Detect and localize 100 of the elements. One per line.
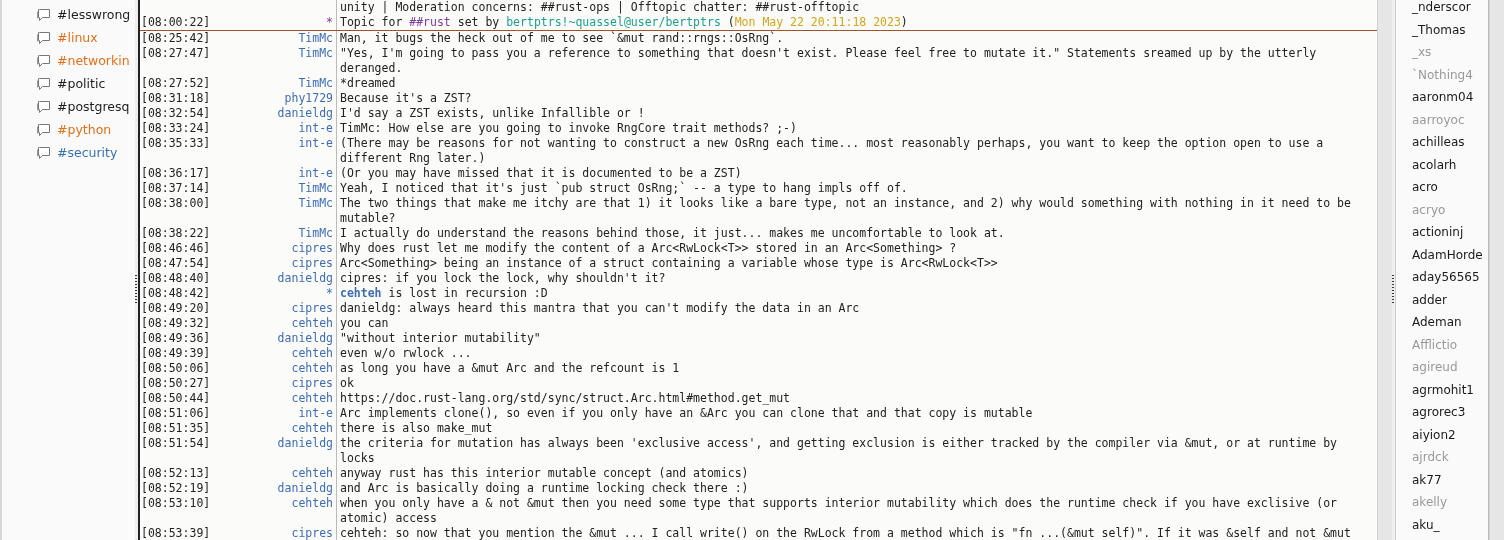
timestamp: [08:52:13] [141, 466, 211, 481]
chat-bubble-icon [36, 7, 52, 22]
message-text: "Yes, I'm going to pass you a reference to something that doesn't exist. Please feel free to mutate it." Statements sreamed up by the utterly deranged. [339, 46, 1318, 76]
timestamp: [08:36:17] [141, 166, 211, 181]
sender-nick: cehteh [291, 496, 333, 512]
timestamp: [08:38:00] [141, 196, 211, 212]
timestamp: [08:32:54] [141, 106, 211, 121]
message-text: anyway rust has this interior mutable concept (and atomics) [339, 466, 750, 481]
chat-bubble-icon [36, 53, 52, 68]
sender-nick: TimMc [298, 31, 333, 46]
channel-item[interactable]: #postgresq [57, 99, 130, 114]
message-text: ok [339, 376, 355, 391]
sender-nick: TimMc [298, 226, 333, 241]
sender-nick: danieldg [277, 436, 333, 452]
message-text: Why does rust let me modify the content of a Arc<RwLock<T>> stored in an Arc<Something> ? [339, 241, 958, 256]
channel-item[interactable]: #security [57, 145, 118, 160]
message-text: Man, it bugs the heck out of me to see `&mut rand::rngs::OsRng`. [339, 31, 785, 46]
sender-nick: cehteh [291, 361, 333, 376]
sender-nick: cipres [291, 241, 333, 256]
message-text: cipres: if you lock the lock, why shouldn't it? [339, 271, 667, 286]
nick-item[interactable]: adder [1412, 288, 1488, 311]
nick-item[interactable]: _nderscor [1412, 0, 1488, 19]
message-text: I'd say a ZST exists, unlike Infallible or ! [339, 106, 646, 121]
timestamp: [08:38:22] [141, 226, 211, 241]
timestamp: [08:47:54] [141, 256, 211, 271]
message-text: Because it's a ZST? [339, 91, 473, 106]
timestamp: [08:46:46] [141, 241, 211, 256]
sender-nick: cehteh [291, 346, 333, 361]
nick-item[interactable]: aku_ [1412, 513, 1488, 536]
message-text: and Arc is basically doing a runtime locking check there :) [339, 481, 750, 496]
timestamp: [08:51:06] [141, 406, 211, 421]
message-text: even w/o rwlock ... [339, 346, 473, 361]
timestamp: [08:50:06] [141, 361, 211, 376]
sender-nick: cipres [291, 256, 333, 271]
message-text: (There may be reasons for not wanting to construct a new OsRng each time... most reasonably perhaps, you want to keep the option open to use a different Rng later.) [339, 136, 1325, 166]
chat-bubble-icon [36, 99, 52, 114]
nick-item[interactable]: Ademan [1412, 311, 1488, 334]
timestamp: [08:27:52] [141, 76, 211, 91]
scrollbar[interactable] [1489, 0, 1504, 540]
timestamp: [08:00:22] [141, 15, 211, 30]
nick-item[interactable]: agrorec3 [1412, 401, 1488, 424]
splitter-handle[interactable] [135, 275, 137, 305]
sender-nick: cipres [291, 301, 333, 316]
message-text: cehteh is lost in recursion :D [339, 286, 549, 301]
sender-nick: TimMc [298, 181, 333, 196]
message-text: https://doc.rust-lang.org/std/sync/struct.Arc.html#method.get_mut [339, 391, 792, 406]
sender-nick: cipres [291, 376, 333, 391]
timestamp: [08:51:35] [141, 421, 211, 436]
timestamp: [08:51:54] [141, 436, 211, 452]
scrollbar[interactable] [1377, 0, 1392, 540]
chat-bubble-icon [36, 30, 52, 45]
sender-nick: TimMc [298, 76, 333, 91]
sender-nick: cehteh [291, 466, 333, 481]
timestamp: [08:50:27] [141, 376, 211, 391]
sender-nick: cehteh [291, 391, 333, 406]
sender-nick: cehteh [291, 421, 333, 436]
message-text: (Or you may have missed that it is documented to be a ZST) [339, 166, 743, 181]
message-text: Yeah, I noticed that it's just `pub struct OsRng;` -- a type to hang impls off of. [339, 181, 909, 196]
nick-item[interactable]: actioninj [1412, 221, 1488, 244]
nick-item[interactable]: agrmohit1 [1412, 378, 1488, 401]
sender-nick: danieldg [277, 331, 333, 346]
sender-nick: * [326, 15, 333, 30]
timestamp: [08:33:24] [141, 121, 211, 136]
channel-item[interactable]: #politic [57, 76, 106, 91]
message-text: Arc<Something> being an instance of a struct containing a variable whose type is Arc<RwLock<T>> [339, 256, 999, 271]
sender-nick: * [326, 286, 333, 301]
nick-item[interactable]: aaronm04 [1412, 86, 1488, 109]
chat-bubble-icon [36, 122, 52, 137]
sender-nick: danieldg [277, 271, 333, 286]
message-text: unity | Moderation concerns: ##rust-ops | Offtopic chatter: ##rust-offtopic [339, 0, 861, 15]
nick-item[interactable]: acolarh [1412, 153, 1488, 176]
nick-item[interactable]: aday56565 [1412, 266, 1488, 289]
channel-item[interactable]: #lesswrong [57, 7, 131, 22]
message-text: as long you have a &mut Arc and the refcount is 1 [339, 361, 681, 376]
timestamp: [08:49:20] [141, 301, 211, 316]
splitter-handle[interactable] [1392, 275, 1394, 305]
nick-item[interactable]: achilleas [1412, 131, 1488, 154]
timestamp: [08:53:39] [141, 526, 211, 540]
timestamp: [08:49:39] [141, 346, 211, 361]
nick-item[interactable]: _Thomas [1412, 18, 1488, 41]
nick-item[interactable]: AdamHorde [1412, 243, 1488, 266]
timestamp: [08:25:42] [141, 31, 211, 46]
nick-item[interactable]: ak77 [1412, 468, 1488, 491]
timestamp: [08:48:40] [141, 271, 211, 286]
timestamp: [08:37:14] [141, 181, 211, 196]
sender-nick: phy1729 [284, 91, 333, 106]
message-text: there is also make_mut [339, 421, 494, 436]
sender-nick: int-e [298, 136, 333, 152]
message-text: "without interior mutability" [339, 331, 542, 346]
sender-nick: TimMc [298, 46, 333, 62]
timestamp: [08:49:32] [141, 316, 211, 331]
timestamp: [08:31:18] [141, 91, 211, 106]
message-text: cehteh: so now that you mention the &mut ... I call write() on the RwLock from a method which is "fn ...(&mut self)". If it was &self and not &mut [339, 526, 1352, 540]
sender-nick: danieldg [277, 106, 333, 121]
nick-item[interactable]: aiyion2 [1412, 423, 1488, 446]
timestamp: [08:27:47] [141, 46, 211, 62]
nick-item[interactable]: acro [1412, 176, 1488, 199]
sender-nick: int-e [298, 406, 333, 421]
message-text: I actually do understand the reasons behind those, it just... makes me uncomfortable to look at. [339, 226, 1006, 241]
timestamp: [08:48:42] [141, 286, 211, 301]
